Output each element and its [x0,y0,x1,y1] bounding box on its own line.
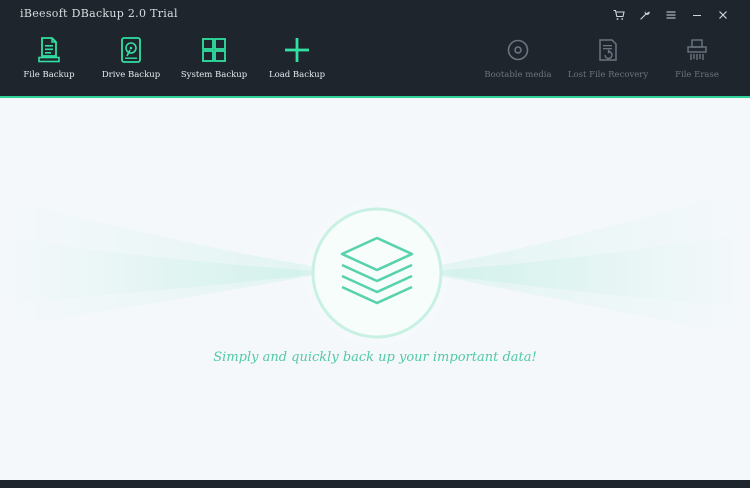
bottom-bar [0,480,750,488]
system-backup-label: System Backup [180,70,248,80]
file-recovery-icon [599,39,617,61]
file-erase-icon-wrap [680,33,714,67]
cart-button[interactable] [606,5,632,25]
lost-file-recovery-icon-wrap [591,33,625,67]
disc-icon [507,39,529,61]
lost-file-recovery-button[interactable]: Lost File Recovery [563,30,653,86]
load-backup-label: Load Backup [268,70,326,80]
drive-backup-button[interactable]: Drive Backup [100,30,162,86]
settings-button[interactable] [632,5,658,25]
drive-icon [121,37,141,63]
main-panel: Simply and quickly back up your importan… [0,98,750,480]
load-backup-icon-wrap [280,33,314,67]
app-window: iBeesoft DBackup 2.0 Trial File Backup D… [0,0,750,488]
file-erase-label: File Erase [675,70,719,80]
system-backup-icon-wrap [197,33,231,67]
plus-icon [285,38,309,62]
minimize-button[interactable] [684,5,710,25]
shredder-icon [687,39,707,60]
windows-icon [202,38,226,62]
menu-button[interactable] [658,5,684,25]
file-backup-label: File Backup [23,70,75,80]
title-bar: iBeesoft DBackup 2.0 Trial File Backup D… [0,0,750,96]
bootable-media-icon-wrap [501,33,535,67]
logo-ring [311,207,443,339]
minimize-icon [693,15,701,16]
close-icon [719,11,727,19]
lost-file-recovery-label: Lost File Recovery [567,70,649,80]
drive-backup-label: Drive Backup [101,70,161,80]
drive-backup-icon-wrap [114,33,148,67]
window-controls [606,5,736,25]
tagline: Simply and quickly back up your importan… [213,350,537,365]
file-backup-icon-wrap [32,33,66,67]
window-title: iBeesoft DBackup 2.0 Trial [20,7,178,20]
file-backup-icon [38,37,60,63]
file-erase-button[interactable]: File Erase [670,30,724,86]
wrench-icon [640,10,650,20]
file-backup-button[interactable]: File Backup [20,30,78,86]
main-toolbar: File Backup Drive Backup System Backup L… [0,30,750,86]
bootable-media-label: Bootable media [484,70,552,80]
hero-graphic [0,188,750,353]
bootable-media-button[interactable]: Bootable media [484,30,552,86]
system-backup-button[interactable]: System Backup [180,30,248,86]
load-backup-button[interactable]: Load Backup [268,30,326,86]
menu-icon [666,11,676,19]
cart-icon [613,9,625,20]
close-button[interactable] [710,5,736,25]
